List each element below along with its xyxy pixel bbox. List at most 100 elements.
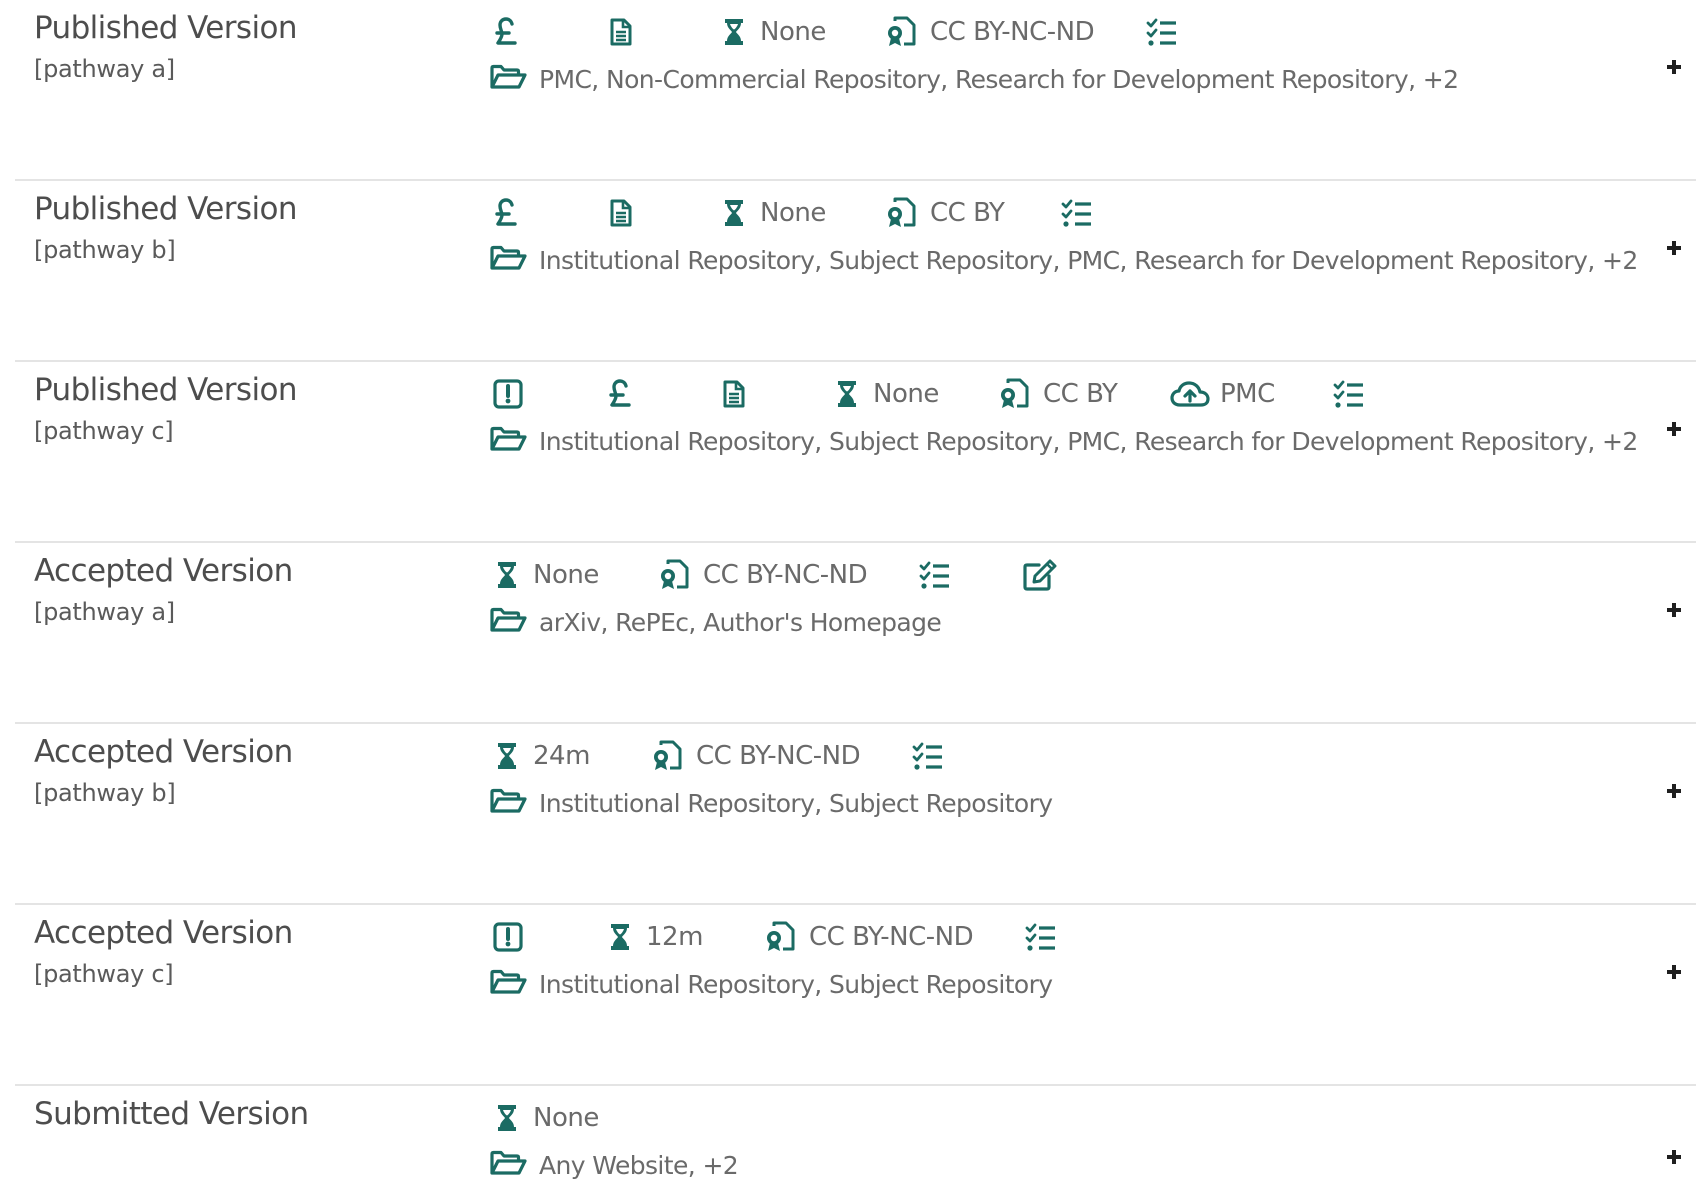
- hourglass-icon: [722, 17, 746, 47]
- repositories-text: PMC, Non-Commercial Repository, Research…: [539, 64, 1459, 94]
- folder-icon: [489, 969, 527, 999]
- repositories: Institutional Repository, Subject Reposi…: [489, 242, 1638, 278]
- plus-icon[interactable]: [1663, 418, 1685, 440]
- license-value: CC BY-NC-ND: [809, 922, 974, 952]
- license-icon: [659, 559, 689, 591]
- repositories: Institutional Repository, Subject Reposi…: [489, 785, 1053, 821]
- license-icon: [999, 378, 1029, 410]
- embargo-item: None: [722, 193, 826, 233]
- embargo-value: None: [533, 1103, 599, 1133]
- folder-icon: [489, 788, 527, 818]
- pathway-label: [pathway a]: [34, 55, 175, 83]
- license-value: CC BY: [1043, 379, 1118, 409]
- hourglass-icon: [835, 379, 859, 409]
- embargo-value: 12m: [646, 922, 703, 952]
- embargo-value: None: [873, 379, 939, 409]
- plus-icon[interactable]: [1663, 961, 1685, 983]
- plus-icon[interactable]: [1663, 780, 1685, 802]
- license-item: CC BY: [886, 193, 1005, 233]
- license-value: CC BY-NC-ND: [703, 560, 868, 590]
- cloud-upload-icon: [1170, 380, 1210, 408]
- exclamation-icon: [493, 917, 523, 957]
- license-item: CC BY-NC-ND: [765, 917, 974, 957]
- license-item: CC BY-NC-ND: [652, 736, 861, 776]
- checklist-icon: [1025, 917, 1057, 957]
- license-value: CC BY: [930, 198, 1005, 228]
- hourglass-icon: [495, 741, 519, 771]
- hourglass-icon: [722, 198, 746, 228]
- embargo-value: None: [760, 17, 826, 47]
- pound-icon: [608, 374, 632, 414]
- repositories: Any Website, +2: [489, 1147, 739, 1180]
- hourglass-icon: [495, 560, 519, 590]
- hourglass-icon: [495, 1103, 519, 1133]
- edit-icon: [1022, 555, 1058, 595]
- license-icon: [886, 16, 916, 48]
- embargo-item: None: [495, 555, 599, 595]
- exclamation-icon: [493, 374, 523, 414]
- embargo-item: 24m: [495, 736, 590, 776]
- pound-icon: [494, 193, 518, 233]
- pathway-label: [pathway b]: [34, 236, 176, 264]
- pathway-row[interactable]: Published Version [pathway b] None CC BY…: [0, 181, 1696, 362]
- license-value: CC BY-NC-ND: [930, 17, 1095, 47]
- repositories-text: Institutional Repository, Subject Reposi…: [539, 245, 1638, 275]
- repositories-text: Institutional Repository, Subject Reposi…: [539, 788, 1053, 818]
- license-icon: [765, 921, 795, 953]
- embargo-value: None: [760, 198, 826, 228]
- repositories-text: Institutional Repository, Subject Reposi…: [539, 969, 1053, 999]
- folder-icon: [489, 245, 527, 275]
- pathway-list: Published Version [pathway a] None CC BY…: [0, 0, 1696, 1180]
- pathway-label: [pathway c]: [34, 417, 174, 445]
- license-icon: [886, 197, 916, 229]
- repositories-text: Institutional Repository, Subject Reposi…: [539, 426, 1638, 456]
- license-value: CC BY-NC-ND: [696, 741, 861, 771]
- version-title: Published Version: [34, 372, 298, 408]
- document-icon: [609, 12, 633, 52]
- deposit-value: PMC: [1220, 379, 1275, 409]
- pathway-label: [pathway b]: [34, 779, 176, 807]
- folder-icon: [489, 426, 527, 456]
- plus-icon[interactable]: [1663, 56, 1685, 78]
- version-title: Published Version: [34, 191, 298, 227]
- plus-icon[interactable]: [1663, 1146, 1685, 1168]
- pathway-row[interactable]: Published Version [pathway a] None CC BY…: [0, 0, 1696, 181]
- repositories-text: Any Website, +2: [539, 1150, 739, 1180]
- pound-icon: [494, 12, 518, 52]
- folder-icon: [489, 1150, 527, 1180]
- document-icon: [722, 374, 746, 414]
- plus-icon[interactable]: [1663, 599, 1685, 621]
- embargo-value: None: [533, 560, 599, 590]
- pathway-label: [pathway a]: [34, 598, 175, 626]
- license-item: CC BY-NC-ND: [886, 12, 1095, 52]
- embargo-item: None: [495, 1098, 599, 1138]
- checklist-icon: [1061, 193, 1093, 233]
- embargo-item: None: [835, 374, 939, 414]
- version-title: Submitted Version: [34, 1096, 309, 1132]
- repositories-text: arXiv, RePEc, Author's Homepage: [539, 607, 942, 637]
- checklist-icon: [919, 555, 951, 595]
- license-item: CC BY-NC-ND: [659, 555, 868, 595]
- folder-icon: [489, 607, 527, 637]
- embargo-value: 24m: [533, 741, 590, 771]
- pathway-row[interactable]: Accepted Version [pathway a] None CC BY-…: [0, 543, 1696, 724]
- embargo-item: 12m: [608, 917, 703, 957]
- checklist-icon: [912, 736, 944, 776]
- plus-icon[interactable]: [1663, 237, 1685, 259]
- version-title: Accepted Version: [34, 734, 293, 770]
- checklist-icon: [1146, 12, 1178, 52]
- repositories: Institutional Repository, Subject Reposi…: [489, 423, 1638, 459]
- pathway-row[interactable]: Submitted Version None Any Website, +2: [0, 1086, 1696, 1180]
- checklist-icon: [1333, 374, 1365, 414]
- pathway-row[interactable]: Accepted Version [pathway c] 12m CC BY-N…: [0, 905, 1696, 1086]
- pathway-row[interactable]: Published Version [pathway c] None CC BY…: [0, 362, 1696, 543]
- pathway-row[interactable]: Accepted Version [pathway b] 24m CC BY-N…: [0, 724, 1696, 905]
- license-icon: [652, 740, 682, 772]
- folder-icon: [489, 64, 527, 94]
- version-title: Accepted Version: [34, 553, 293, 589]
- deposit-item: PMC: [1170, 374, 1275, 414]
- license-item: CC BY: [999, 374, 1118, 414]
- repositories: arXiv, RePEc, Author's Homepage: [489, 604, 942, 640]
- document-icon: [609, 193, 633, 233]
- pathway-label: [pathway c]: [34, 960, 174, 988]
